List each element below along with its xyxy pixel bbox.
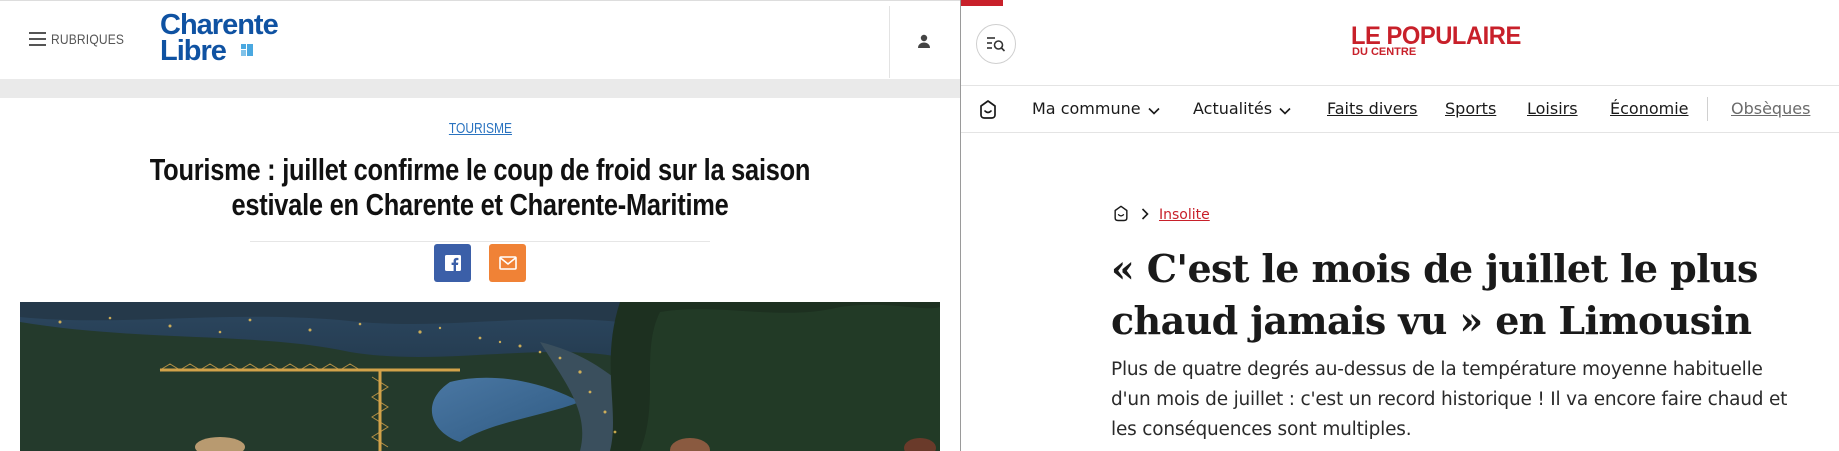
nav-border-bottom — [961, 132, 1839, 133]
mail-icon — [498, 256, 517, 270]
brand-accent-bar — [961, 0, 1003, 6]
breadcrumb-insolite[interactable]: Insolite — [1159, 207, 1210, 223]
facebook-share-button[interactable] — [434, 244, 471, 282]
main-nav: Ma commune Actualités Faits divers Sport… — [961, 86, 1839, 132]
home-icon[interactable] — [1111, 203, 1131, 228]
nav-label: Ma commune — [1032, 99, 1141, 118]
home-icon[interactable] — [976, 97, 1000, 121]
facebook-icon — [444, 255, 461, 271]
nav-item-obseques[interactable]: Obsèques — [1731, 98, 1810, 120]
menu-search-icon — [987, 37, 1006, 52]
charente-libre-logo[interactable]: Charente Libre — [160, 11, 279, 67]
article-hero-image — [20, 302, 940, 451]
nav-item-ma-commune[interactable]: Ma commune — [1032, 98, 1160, 121]
article-title: Tourisme : juillet confirme le coup de f… — [149, 152, 811, 222]
nav-separator — [1707, 97, 1708, 121]
header-band — [0, 79, 960, 98]
nav-label: Actualités — [1193, 99, 1273, 118]
rubriques-menu-button[interactable]: RUBRIQUES — [29, 31, 136, 47]
user-icon[interactable] — [916, 33, 932, 49]
logo-line-2: Libre — [160, 35, 227, 67]
nav-item-sports[interactable]: Sports — [1445, 98, 1496, 120]
le-populaire-logo[interactable]: LE POPULAIRE DU CENTRE — [1351, 23, 1551, 63]
hamburger-icon — [29, 32, 46, 46]
header-divider — [889, 6, 890, 78]
title-divider — [250, 241, 710, 242]
email-share-button[interactable] — [489, 244, 526, 282]
chevron-right-icon — [1141, 207, 1149, 223]
logo-mark — [241, 44, 253, 56]
nav-item-loisirs[interactable]: Loisirs — [1527, 98, 1578, 120]
logo-sub: DU CENTRE — [1352, 46, 1417, 58]
le-populaire-pane: LE POPULAIRE DU CENTRE Ma commune Actual… — [961, 0, 1839, 451]
rubriques-label: RUBRIQUES — [51, 31, 125, 47]
chevron-down-icon — [1279, 99, 1291, 121]
breadcrumb: Insolite — [1111, 204, 1210, 226]
nav-item-economie[interactable]: Économie — [1610, 98, 1689, 120]
chevron-down-icon — [1148, 99, 1160, 121]
article-rubric: TOURISME — [0, 120, 960, 138]
nav-item-actualites[interactable]: Actualités — [1193, 98, 1291, 121]
site-header: RUBRIQUES Charente Libre — [0, 0, 960, 79]
charente-libre-pane: RUBRIQUES Charente Libre TOURISME Touris… — [0, 0, 960, 451]
rubric-link[interactable]: TOURISME — [448, 120, 511, 137]
nav-item-faits-divers[interactable]: Faits divers — [1327, 98, 1418, 120]
article-title: « C'est le mois de juillet le plus chaud… — [1111, 246, 1758, 343]
article-lead: Plus de quatre degrés au-dessus de la te… — [1111, 359, 1788, 440]
menu-search-button[interactable] — [976, 24, 1016, 64]
